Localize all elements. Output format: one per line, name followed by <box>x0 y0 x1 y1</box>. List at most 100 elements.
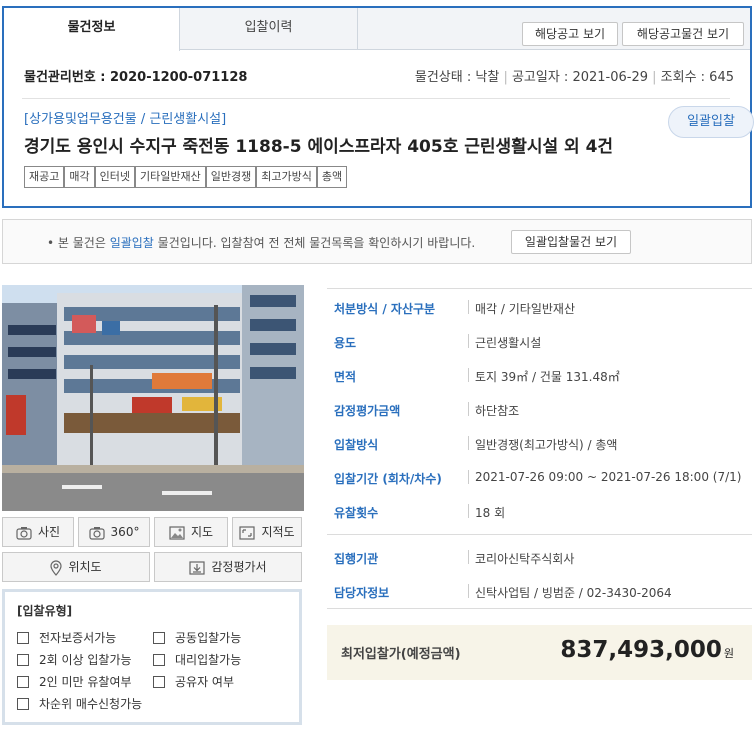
detail-row: 처분방식 / 자산구분 매각 / 기타일반재산 <box>327 290 752 324</box>
item-header-panel: 물건정보 입찰이력 해당공고 보기 해당공고물건 보기 물건관리번호 : 202… <box>2 6 754 208</box>
photo-button[interactable]: 사진 <box>2 517 74 547</box>
divider <box>22 98 730 99</box>
detail-label: 집행기관 <box>334 552 379 566</box>
notice-text: • 본 물건은 일괄입찰 물건입니다. 입찰참여 전 전체 물건목록을 확인하시… <box>47 234 475 251</box>
detail-row: 입찰방식 일반경쟁(최고가방식) / 총액 <box>327 426 752 460</box>
option-label: 대리입찰가능 <box>175 653 242 667</box>
checkbox[interactable] <box>153 676 165 688</box>
bid-type-option[interactable]: 차순위 매수신청가능 <box>17 695 142 712</box>
street-view-image <box>2 285 304 511</box>
tab-bid-history[interactable]: 입찰이력 <box>180 8 358 50</box>
bid-type-option[interactable]: 대리입찰가능 <box>153 651 241 668</box>
checkbox[interactable] <box>153 632 165 644</box>
option-label: 전자보증서가능 <box>39 631 117 645</box>
detail-label: 면적 <box>334 370 357 384</box>
pano-button[interactable]: 360° <box>78 517 150 547</box>
item-meta: 물건상태 : 낙찰 | 공고일자 : 2021-06-29 | 조회수 : 64… <box>414 70 734 85</box>
bid-type-option[interactable]: 공유자 여부 <box>153 673 234 690</box>
item-title: 경기도 용인시 수지구 죽전동 1188-5 에이스프라자 405호 근린생활시… <box>24 137 614 157</box>
detail-row: 집행기관 코리아신탁주식회사 <box>327 540 752 574</box>
view-notice-items-button[interactable]: 해당공고물건 보기 <box>622 22 744 46</box>
divider <box>327 534 752 535</box>
bid-type-panel: [입찰유형] 전자보증서가능 공동입찰가능 2회 이상 입찰가능 대리입찰가능 … <box>2 589 302 725</box>
checkbox[interactable] <box>17 632 29 644</box>
cadastral-button[interactable]: 지적도 <box>232 517 302 547</box>
option-label: 2인 미만 유찰여부 <box>39 675 132 689</box>
detail-value: 근린생활시설 <box>475 336 542 350</box>
checkbox[interactable] <box>17 654 29 666</box>
detail-row: 면적 토지 39㎡ / 건물 131.48㎡ <box>327 358 752 392</box>
detail-value: 신탁사업팀 / 빙범준 / 02-3430-2064 <box>475 586 672 600</box>
appraisal-button[interactable]: 감정평가서 <box>154 552 302 582</box>
location-label: 위치도 <box>68 560 102 574</box>
option-label: 차순위 매수신청가능 <box>39 697 143 711</box>
detail-value: 18 회 <box>475 506 506 520</box>
tag: 매각 <box>64 166 95 188</box>
tag-list: 재공고 매각 인터넷 기타일반재산 일반경쟁 최고가방식 총액 <box>24 166 348 188</box>
bid-type-title: [입찰유형] <box>17 604 73 618</box>
tab-bar: 물건정보 입찰이력 해당공고 보기 해당공고물건 보기 <box>4 8 750 51</box>
image-icon <box>169 525 185 540</box>
min-bid-panel: 최저입찰가(예정금액) 837,493,000 원 <box>327 625 752 680</box>
camera-icon <box>16 526 32 540</box>
tag: 총액 <box>316 166 348 188</box>
min-bid-label: 최저입찰가(예정금액) <box>341 647 461 662</box>
map-label: 지도 <box>190 525 214 539</box>
photo-label: 사진 <box>37 525 61 539</box>
tag: 기타일반재산 <box>135 166 206 188</box>
map-pin-icon <box>50 559 63 576</box>
view-notice-button[interactable]: 해당공고 보기 <box>522 22 618 46</box>
detail-row: 감정평가금액 하단참조 <box>327 392 752 426</box>
notice-date: 공고일자 : 2021-06-29 <box>511 70 648 85</box>
option-label: 공유자 여부 <box>175 675 235 689</box>
view-bulk-items-button[interactable]: 일괄입찰물건 보기 <box>511 230 631 254</box>
detail-value: 하단참조 <box>475 404 520 418</box>
detail-value: 2021-07-26 09:00 ~ 2021-07-26 18:00 (7/1… <box>475 470 742 484</box>
bid-type-option[interactable]: 2회 이상 입찰가능 <box>17 651 132 668</box>
checkbox[interactable] <box>17 676 29 688</box>
detail-label: 입찰방식 <box>334 438 379 452</box>
property-photo[interactable] <box>2 285 304 511</box>
location-button[interactable]: 위치도 <box>2 552 150 582</box>
detail-row: 유찰횟수 18 회 <box>327 494 752 528</box>
bulk-notice-bar: • 본 물건은 일괄입찰 물건입니다. 입찰참여 전 전체 물건목록을 확인하시… <box>2 219 752 264</box>
item-category: [상가용및업무용건물 / 근린생활시설] <box>24 112 227 127</box>
checkbox[interactable] <box>153 654 165 666</box>
option-label: 공동입찰가능 <box>175 631 242 645</box>
min-bid-unit: 원 <box>723 647 734 660</box>
tag: 재공고 <box>24 166 65 188</box>
tag: 최고가방식 <box>256 166 317 188</box>
bid-type-option[interactable]: 전자보증서가능 <box>17 629 116 646</box>
notice-highlight: 일괄입찰 <box>109 236 154 250</box>
tab-item-info[interactable]: 물건정보 <box>4 8 180 51</box>
detail-row: 용도 근린생활시설 <box>327 324 752 358</box>
camera-icon <box>88 526 105 540</box>
pano-label: 360° <box>110 525 140 539</box>
divider <box>327 288 752 289</box>
cadastral-label: 지적도 <box>261 525 295 539</box>
map-button[interactable]: 지도 <box>154 517 228 547</box>
detail-row: 입찰기간 (회차/차수) 2021-07-26 09:00 ~ 2021-07-2… <box>327 460 752 494</box>
download-icon <box>189 560 205 575</box>
detail-label: 감정평가금액 <box>334 404 401 418</box>
option-label: 2회 이상 입찰가능 <box>39 653 132 667</box>
notice-suffix: 물건입니다. 입찰참여 전 전체 물건목록을 확인하시기 바랍니다. <box>153 236 476 250</box>
checkbox[interactable] <box>17 698 29 710</box>
bulk-bid-badge[interactable]: 일괄입찰 <box>668 106 754 138</box>
detail-label: 용도 <box>334 336 357 350</box>
bid-type-option[interactable]: 공동입찰가능 <box>153 629 241 646</box>
divider <box>327 608 752 609</box>
detail-value: 일반경쟁(최고가방식) / 총액 <box>475 438 618 452</box>
expand-icon <box>239 525 256 540</box>
detail-value: 코리아신탁주식회사 <box>475 552 575 566</box>
view-count: 조회수 : 645 <box>660 70 734 85</box>
detail-label: 처분방식 / 자산구분 <box>334 302 436 316</box>
tag: 인터넷 <box>94 166 135 188</box>
bid-type-option[interactable]: 2인 미만 유찰여부 <box>17 673 132 690</box>
min-bid-amount: 837,493,000 <box>560 637 722 663</box>
detail-value: 매각 / 기타일반재산 <box>475 302 575 316</box>
detail-label: 입찰기간 (회차/차수) <box>334 472 442 486</box>
detail-value: 토지 39㎡ / 건물 131.48㎡ <box>475 370 620 384</box>
tag: 일반경쟁 <box>205 166 257 188</box>
info-row: 물건관리번호 : 2020-1200-071128 물건상태 : 낙찰 | 공고… <box>24 66 734 88</box>
